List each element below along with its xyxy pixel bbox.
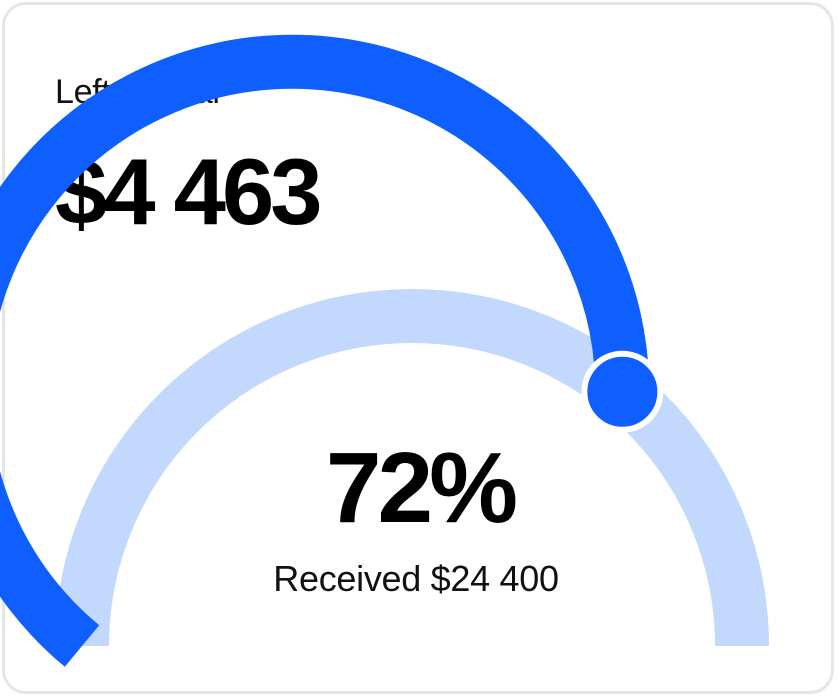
progress-percent: 72% bbox=[325, 432, 518, 544]
received-amount: Received $24 400 bbox=[273, 558, 559, 599]
gauge-knob[interactable] bbox=[581, 350, 664, 433]
